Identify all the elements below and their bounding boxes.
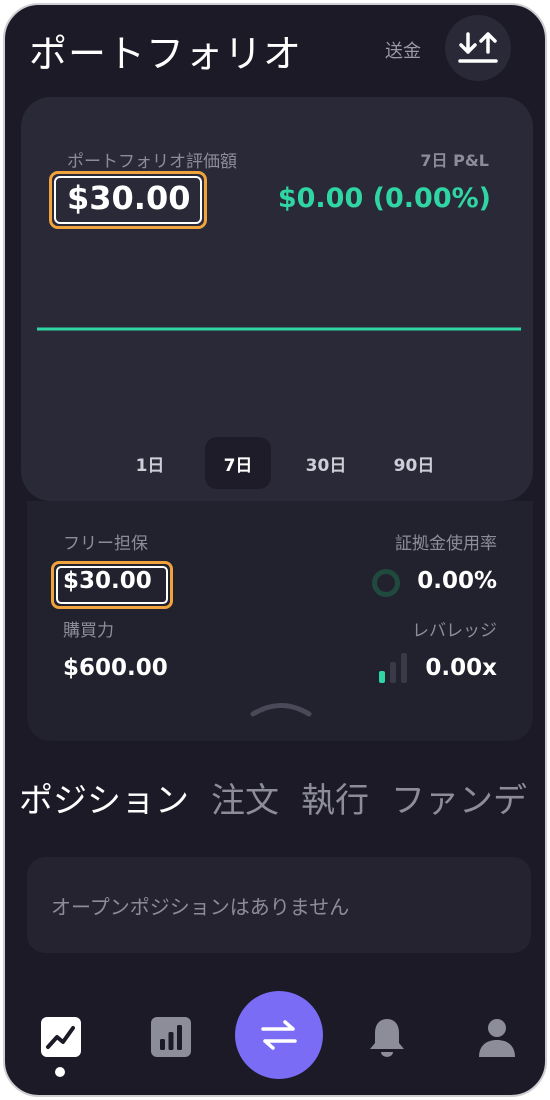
buying-power-value: $600.00 bbox=[63, 655, 168, 681]
nav-notifications[interactable] bbox=[361, 1011, 413, 1063]
tab-funding[interactable]: ファンデ bbox=[391, 773, 527, 822]
portfolio-summary-card: ポートフォリオ評価額 7日 P&L $30.00 $0.00 (0.00%) 1… bbox=[21, 97, 533, 501]
tab-positions[interactable]: ポジション bbox=[19, 773, 189, 822]
leverage-label: レバレッジ bbox=[412, 621, 497, 641]
tab-executions[interactable]: 執行 bbox=[301, 773, 369, 822]
app-screen: ポートフォリオ 送金 ポートフォリオ評価額 7日 P&L $30.00 $0.0… bbox=[3, 3, 547, 1097]
bell-icon bbox=[370, 1019, 404, 1057]
collapse-chevron-icon[interactable] bbox=[249, 697, 313, 719]
margin-usage-label: 証拠金使用率 bbox=[395, 534, 497, 554]
empty-positions-card: オープンポジションはありません bbox=[27, 857, 531, 953]
send-label[interactable]: 送金 bbox=[385, 37, 421, 63]
user-icon bbox=[479, 1019, 515, 1057]
range-tab-30d[interactable]: 30日 bbox=[293, 437, 359, 489]
collateral-panel: フリー担保 $30.00 証拠金使用率 0.00% 購買力 $600.00 レバ… bbox=[27, 501, 533, 741]
position-tabs: ポジション 注文 執行 ファンデ bbox=[19, 773, 527, 822]
upload-download-icon bbox=[458, 32, 498, 63]
leverage-bars-icon bbox=[379, 653, 407, 683]
margin-usage-ring-icon bbox=[372, 569, 400, 597]
chart-bars-icon bbox=[151, 1017, 191, 1057]
page-title: ポートフォリオ bbox=[29, 32, 303, 76]
range-tab-7d[interactable]: 7日 bbox=[205, 437, 271, 489]
pnl-chart bbox=[37, 327, 521, 331]
nav-markets[interactable] bbox=[145, 1011, 197, 1063]
margin-usage-value: 0.00% bbox=[417, 568, 497, 594]
free-collateral-label: フリー担保 bbox=[63, 534, 148, 554]
swap-icon bbox=[261, 1020, 297, 1050]
nav-profile[interactable] bbox=[471, 1011, 523, 1063]
nav-portfolio[interactable] bbox=[35, 1011, 87, 1063]
tab-orders[interactable]: 注文 bbox=[211, 773, 279, 822]
buying-power-label: 購買力 bbox=[63, 621, 114, 641]
range-tab-90d[interactable]: 90日 bbox=[381, 437, 447, 489]
nav-active-dot bbox=[55, 1067, 65, 1077]
transfer-button[interactable] bbox=[445, 15, 511, 81]
empty-positions-message: オープンポジションはありません bbox=[51, 895, 350, 919]
range-tabs: 1日 7日 30日 90日 bbox=[117, 437, 447, 489]
portfolio-icon bbox=[41, 1017, 81, 1057]
free-collateral-value: $30.00 bbox=[63, 568, 152, 594]
leverage-value: 0.00x bbox=[425, 655, 497, 681]
range-tab-1d[interactable]: 1日 bbox=[117, 437, 183, 489]
nav-trade-button[interactable] bbox=[235, 991, 323, 1079]
